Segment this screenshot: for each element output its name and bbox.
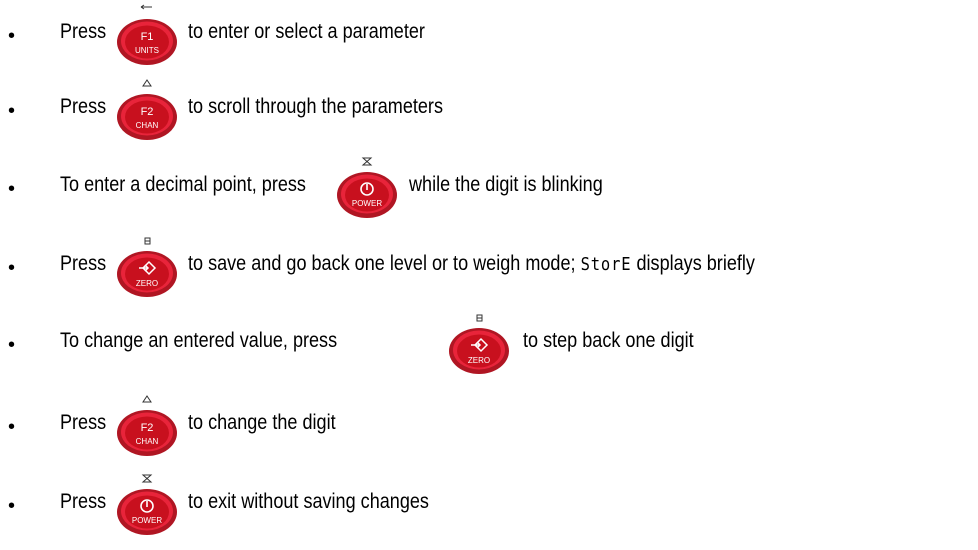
key-sub-label: CHAN bbox=[136, 121, 159, 130]
f1-units-key: F1 UNITS bbox=[114, 4, 180, 68]
key-sub-label: UNITS bbox=[135, 46, 159, 55]
zero-key: ZERO bbox=[446, 313, 512, 377]
instruction-item: • Press ZERO to save and go back one lev… bbox=[0, 236, 978, 300]
key-sub-label: ZERO bbox=[136, 279, 158, 288]
power-key: POWER bbox=[334, 157, 400, 221]
instruction-text-part: to save and go back one level or to weig… bbox=[188, 252, 576, 275]
instruction-text: to change the digit bbox=[188, 411, 336, 434]
instruction-text: to scroll through the parameters bbox=[188, 95, 443, 118]
key-main-label: F1 bbox=[141, 31, 154, 43]
zero-key: ZERO bbox=[114, 236, 180, 300]
bullet: • bbox=[8, 495, 16, 517]
instruction-text: while the digit is blinking bbox=[409, 173, 603, 196]
f2-chan-key: F2 CHAN bbox=[114, 395, 180, 459]
key-sub-label: CHAN bbox=[136, 437, 159, 446]
f2-chan-key: F2 CHAN bbox=[114, 79, 180, 143]
instruction-prefix: Press bbox=[60, 490, 107, 513]
instruction-item: • To enter a decimal point, press POWER … bbox=[0, 157, 978, 221]
instruction-prefix: Press bbox=[60, 411, 107, 434]
save-icon bbox=[476, 314, 483, 322]
instruction-prefix: To change an entered value, press bbox=[60, 329, 338, 352]
storE-display-text: StorE bbox=[580, 254, 632, 275]
triangle-up-icon bbox=[142, 79, 152, 87]
power-key: POWER bbox=[114, 474, 180, 538]
instruction-prefix: Press bbox=[60, 20, 107, 43]
bullet: • bbox=[8, 257, 16, 279]
instruction-item: • Press F1 UNITS to enter or select a pa… bbox=[0, 4, 978, 68]
key-main-label: F2 bbox=[141, 422, 154, 434]
instruction-item: • Press POWER to exit without saving cha… bbox=[0, 474, 978, 538]
key-main-label: F2 bbox=[141, 106, 154, 118]
instruction-prefix: Press bbox=[60, 252, 107, 275]
bullet: • bbox=[8, 25, 16, 47]
instruction-text: to save and go back one level or to weig… bbox=[188, 252, 755, 277]
enter-arrow-icon bbox=[140, 4, 152, 10]
bullet: • bbox=[8, 416, 16, 438]
instruction-text: to enter or select a parameter bbox=[188, 20, 425, 43]
bullet: • bbox=[8, 178, 16, 200]
instruction-text-part: displays briefly bbox=[636, 252, 755, 275]
triangle-up-icon bbox=[142, 395, 152, 403]
instruction-text: to exit without saving changes bbox=[188, 490, 429, 513]
bullet: • bbox=[8, 334, 16, 356]
instruction-prefix: Press bbox=[60, 95, 107, 118]
bullet: • bbox=[8, 100, 16, 122]
key-sub-label: ZERO bbox=[468, 356, 490, 365]
instruction-item: • To change an entered value, press ZERO… bbox=[0, 313, 978, 377]
instruction-item: • Press F2 CHAN to change the digit bbox=[0, 395, 978, 459]
instruction-text: to step back one digit bbox=[523, 329, 694, 352]
save-icon bbox=[144, 237, 151, 245]
instruction-item: • Press F2 CHAN to scroll through the pa… bbox=[0, 79, 978, 143]
hourglass-icon bbox=[141, 474, 153, 483]
hourglass-icon bbox=[361, 157, 373, 166]
key-sub-label: POWER bbox=[352, 199, 382, 208]
key-sub-label: POWER bbox=[132, 516, 162, 525]
instruction-prefix: To enter a decimal point, press bbox=[60, 173, 306, 196]
